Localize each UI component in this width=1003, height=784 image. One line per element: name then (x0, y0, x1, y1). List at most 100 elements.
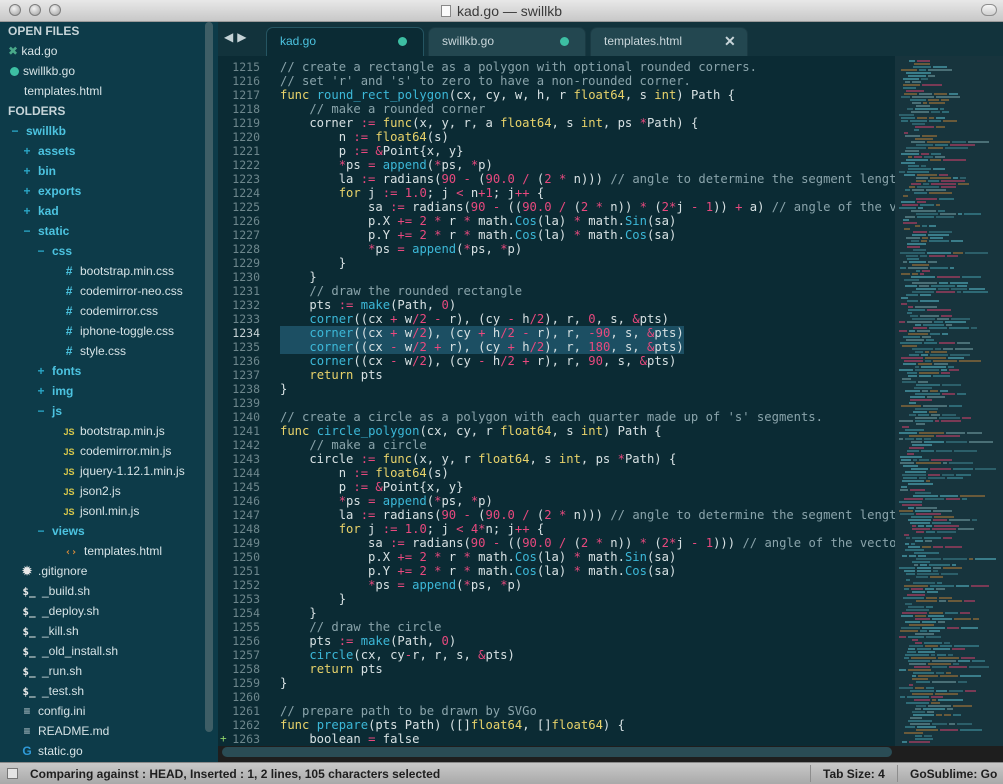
expand-icon[interactable]: + (20, 181, 34, 201)
tree-item[interactable]: # bootstrap.min.css (62, 261, 174, 281)
code-line[interactable]: for j := 1.0; j < 4*n; j++ { (280, 522, 545, 536)
tree-item[interactable]: − js (34, 401, 62, 421)
tree-item[interactable]: # codemirror-neo.css (62, 281, 183, 301)
tree-item[interactable]: − views (34, 521, 84, 541)
code-line[interactable]: *ps = append(*ps, *p) (280, 578, 522, 592)
code-line[interactable]: // draw the circle (280, 620, 441, 634)
tree-item[interactable]: ‹› templates.html (62, 541, 162, 561)
tab-size-indicator[interactable]: Tab Size: 4 (823, 767, 885, 781)
code-line[interactable]: } (280, 270, 316, 284)
code-line[interactable]: n := float64(s) (280, 466, 449, 480)
code-line[interactable]: *ps = append(*ps, *p) (280, 158, 493, 172)
tree-item[interactable]: + fonts (34, 361, 81, 381)
tree-item[interactable]: JS bootstrap.min.js (62, 421, 164, 441)
tree-item[interactable]: JS codemirror.min.js (62, 441, 171, 461)
tree-item[interactable]: JS jquery-1.12.1.min.js (62, 461, 184, 481)
tree-item[interactable]: − css (34, 241, 72, 261)
tree-item[interactable]: $_ _deploy.sh (20, 601, 99, 621)
unsaved-dot-icon[interactable] (560, 37, 569, 46)
code-line[interactable]: la := radians(90 - (90.0 / (2 * n))) // … (280, 172, 895, 186)
code-line[interactable]: // draw the rounded rectangle (280, 284, 522, 298)
code-line[interactable]: corner((cx - w/2), (cy - h/2 + r), r, 90… (280, 354, 676, 368)
code-line[interactable]: sa := radians(90 - ((90.0 / (2 * n)) * (… (280, 536, 895, 550)
code-line[interactable]: p.Y += 2 * r * math.Cos(la) * math.Cos(s… (280, 228, 676, 242)
collapse-icon[interactable]: − (34, 241, 48, 261)
tree-item[interactable]: # iphone-toggle.css (62, 321, 174, 341)
code-line[interactable]: boolean = false (280, 732, 419, 746)
tab-swillkb-go[interactable]: swillkb.go (428, 27, 586, 56)
expand-icon[interactable]: + (20, 141, 34, 161)
tab-nav-arrows[interactable]: ◀▶ (224, 30, 250, 44)
collapse-icon[interactable]: − (20, 221, 34, 241)
code-line[interactable]: // prepare path to be drawn by SVGo (280, 704, 537, 718)
code-line[interactable]: func round_rect_polygon(cx, cy, w, h, r … (280, 88, 735, 102)
code-line[interactable]: circle := func(x, y, r float64, s int, p… (280, 452, 676, 466)
tree-item[interactable]: $_ _run.sh (20, 661, 82, 681)
tree-item[interactable]: − static (20, 221, 69, 241)
code-line[interactable]: pts := make(Path, 0) (280, 634, 456, 648)
code-line[interactable]: for j := 1.0; j < n+1; j++ { (280, 186, 545, 200)
expand-icon[interactable]: + (20, 201, 34, 221)
tree-item[interactable]: # codemirror.css (62, 301, 158, 321)
tree-item[interactable]: + assets (20, 141, 75, 161)
code-line[interactable]: *ps = append(*ps, *p) (280, 494, 493, 508)
code-line[interactable]: p := &Point{x, y} (280, 144, 464, 158)
tree-item[interactable]: JS json2.js (62, 481, 120, 501)
tree-item[interactable]: $_ _build.sh (20, 581, 90, 601)
tree-item[interactable]: Gstatic.go (20, 741, 82, 761)
unsaved-dot-icon[interactable] (10, 67, 19, 76)
sidebar-scrollbar[interactable] (205, 22, 213, 732)
code-line[interactable]: p := &Point{x, y} (280, 480, 464, 494)
code-line[interactable]: pts := make(Path, 0) (280, 298, 456, 312)
code-line[interactable]: } (280, 606, 316, 620)
close-file-icon[interactable]: ✖ (8, 44, 21, 58)
tree-item[interactable]: ≡ README.md (20, 721, 109, 741)
code-line[interactable]: corner := func(x, y, r, a float64, s int… (280, 116, 698, 130)
code-line[interactable]: // create a circle as a polygon with eac… (280, 410, 823, 424)
unsaved-dot-icon[interactable] (398, 37, 407, 46)
collapse-icon[interactable]: − (34, 401, 48, 421)
tree-item[interactable]: ✹ .gitignore (20, 561, 87, 581)
code-line[interactable]: } (280, 592, 346, 606)
tree-item[interactable]: $_ _test.sh (20, 681, 84, 701)
code-line[interactable]: func circle_polygon(cx, cy, r float64, s… (280, 424, 662, 438)
tree-item[interactable]: + img (34, 381, 73, 401)
code-line[interactable]: func prepare(pts Path) ([]float64, []flo… (280, 718, 625, 732)
code-line[interactable]: return pts (280, 662, 382, 676)
panel-toggle-icon[interactable] (7, 768, 18, 779)
syntax-indicator[interactable]: GoSublime: Go (910, 767, 997, 781)
code-line[interactable]: p.X += 2 * r * math.Cos(la) * math.Sin(s… (280, 214, 676, 228)
horizontal-scrollbar[interactable] (222, 747, 892, 757)
code-line[interactable]: corner((cx - w/2 + r), (cy + h/2), r, 18… (280, 340, 683, 354)
code-line[interactable]: *ps = append(*ps, *p) (280, 242, 522, 256)
expand-icon[interactable]: + (34, 381, 48, 401)
tree-item[interactable]: + kad (20, 201, 58, 221)
code-line[interactable]: // create a rectangle as a polygon with … (280, 60, 757, 74)
open-file-item[interactable]: swillkb.go (8, 61, 75, 81)
code-line[interactable]: // make a circle (280, 438, 426, 452)
code-line[interactable]: // set 'r' and 's' to zero to have a non… (280, 74, 691, 88)
tab-kad-go[interactable]: kad.go (266, 27, 424, 56)
code-line[interactable]: p.X += 2 * r * math.Cos(la) * math.Sin(s… (280, 550, 676, 564)
code-line[interactable]: return pts (280, 368, 382, 382)
tree-item[interactable]: $_ _kill.sh (20, 621, 78, 641)
code-editor[interactable]: 1215 1216 1217 1218 1219 1220 1221 1222 1223 1224… (218, 56, 895, 746)
collapse-icon[interactable]: − (34, 521, 48, 541)
tab-templates-html[interactable]: templates.html ✕ (590, 27, 748, 56)
code-line[interactable]: n := float64(s) (280, 130, 449, 144)
tree-item[interactable]: ≡ config.ini (20, 701, 85, 721)
code-line[interactable]: p.Y += 2 * r * math.Cos(la) * math.Cos(s… (280, 564, 676, 578)
code-line[interactable]: corner((cx + w/2), (cy + h/2 - r), r, -9… (280, 326, 683, 340)
code-line[interactable]: } (280, 256, 346, 270)
minimap[interactable] (895, 56, 1003, 746)
expand-icon[interactable]: + (34, 361, 48, 381)
tree-item[interactable]: $_ _old_install.sh (20, 641, 118, 661)
code-line[interactable]: circle(cx, cy-r, r, s, &pts) (280, 648, 515, 662)
open-file-item[interactable]: ✖ kad.go (8, 41, 57, 61)
code-line[interactable]: } (280, 382, 287, 396)
code-line[interactable]: } (280, 676, 287, 690)
code-line[interactable]: corner((cx + w/2 - r), (cy - h/2), r, 0,… (280, 312, 669, 326)
code-line[interactable]: la := radians(90 - (90.0 / (2 * n))) // … (280, 508, 895, 522)
code-line[interactable]: sa := radians(90 - ((90.0 / (2 * n)) * (… (280, 200, 895, 214)
tree-item[interactable]: − swillkb (8, 121, 66, 141)
